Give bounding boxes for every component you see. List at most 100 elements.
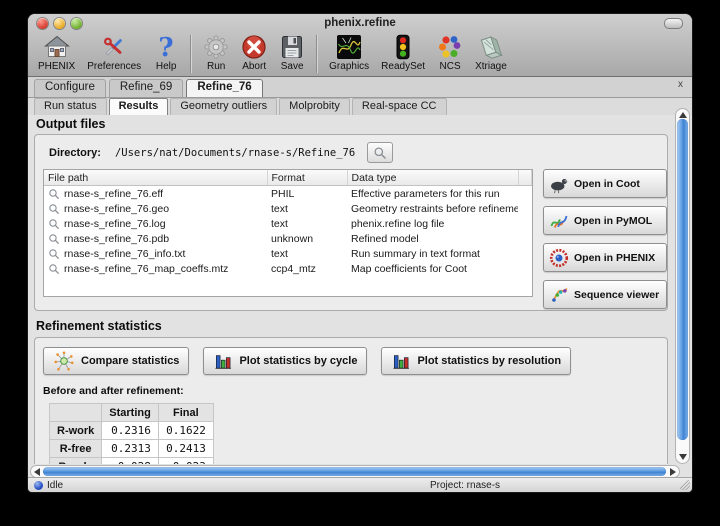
floppy-disk-icon xyxy=(279,34,305,60)
open-in-coot-button[interactable]: Open in Coot xyxy=(543,169,667,198)
scroll-right-arrow-icon[interactable] xyxy=(670,468,676,476)
vertical-scrollbar[interactable] xyxy=(675,108,690,464)
stats-column-starting: Starting xyxy=(102,404,159,422)
button-label: Plot statistics by cycle xyxy=(239,355,357,367)
directory-path: /Users/nat/Documents/rnase-s/Refine_76 xyxy=(115,147,355,159)
molecule-graph-icon xyxy=(53,350,75,372)
horizontal-scrollbar-thumb[interactable] xyxy=(43,467,666,476)
toolbar-button-ncs[interactable]: NCS xyxy=(431,34,469,72)
stats-value: 0.1622 xyxy=(158,422,213,440)
magnifier-icon xyxy=(48,218,60,230)
stats-row-label: R-free xyxy=(50,440,102,458)
project-label: Project: rnase-s xyxy=(430,480,500,491)
table-row[interactable]: rnase-s_refine_76.geo text Geometry rest… xyxy=(44,201,532,216)
file-format: text xyxy=(267,201,347,216)
plot-statistics-by-resolution-button[interactable]: Plot statistics by resolution xyxy=(381,347,571,375)
plot-statistics-by-cycle-button[interactable]: Plot statistics by cycle xyxy=(203,347,367,375)
compare-statistics-button[interactable]: Compare statistics xyxy=(43,347,189,375)
traffic-light-icon xyxy=(390,34,416,60)
scroll-left-arrow-icon[interactable] xyxy=(34,468,40,476)
file-list-area: File path Format Data type rnase-s_refin… xyxy=(35,167,667,309)
toolbar-button-preferences[interactable]: Preferences xyxy=(81,34,147,72)
subtab-results[interactable]: Results xyxy=(109,98,169,115)
bar-chart-icon xyxy=(391,351,411,371)
toolbar-toggle-button[interactable] xyxy=(664,18,683,29)
subtab-real-space-cc[interactable]: Real-space CC xyxy=(352,98,447,115)
button-label: Open in Coot xyxy=(574,178,640,190)
file-format: PHIL xyxy=(267,186,347,202)
question-mark-icon: ? xyxy=(153,34,179,60)
tab-refine-76[interactable]: Refine_76 xyxy=(186,79,262,97)
stats-value: 0.028 xyxy=(102,458,159,465)
toolbar-label: PHENIX xyxy=(38,61,75,72)
vertical-scrollbar-thumb[interactable] xyxy=(677,119,688,440)
magnifier-icon xyxy=(48,203,60,215)
scroll-down-arrow-icon[interactable] xyxy=(679,454,687,460)
stats-row-bonds: Bonds 0.028 0.023 xyxy=(50,458,214,465)
toolbar-label: Save xyxy=(281,61,304,72)
subtab-label: Molprobity xyxy=(289,100,340,112)
scroll-up-arrow-icon[interactable] xyxy=(679,112,687,118)
tab-configure[interactable]: Configure xyxy=(34,79,106,97)
output-file-table[interactable]: File path Format Data type rnase-s_refin… xyxy=(43,169,533,297)
resize-grip[interactable] xyxy=(680,480,690,490)
sequence-viewer-button[interactable]: Sequence viewer xyxy=(543,280,667,309)
toolbar-button-run[interactable]: Run xyxy=(197,34,235,72)
column-header-data-type[interactable]: Data type xyxy=(347,170,518,186)
file-action-buttons: Open in Coot Open in PyMOL Open in PHENI… xyxy=(543,169,667,309)
toolbar-button-xtriage[interactable]: Xtriage xyxy=(469,34,513,72)
magnifier-icon xyxy=(48,233,60,245)
toolbar: PHENIX Preferences ? Help Run Abort Sav xyxy=(28,32,692,78)
file-format: unknown xyxy=(267,231,347,246)
toolbar-button-graphics[interactable]: Graphics xyxy=(323,34,375,72)
subtab-molprobity[interactable]: Molprobity xyxy=(279,98,350,115)
subtab-run-status[interactable]: Run status xyxy=(34,98,107,115)
status-indicator-icon xyxy=(34,481,43,490)
stats-corner-cell xyxy=(50,404,102,422)
status-text: Idle xyxy=(47,480,63,491)
toolbar-button-save[interactable]: Save xyxy=(273,34,311,72)
tab-refine-69[interactable]: Refine_69 xyxy=(109,79,183,97)
before-after-table: Starting Final R-work 0.2316 0.1622 R-fr… xyxy=(49,403,214,464)
table-row[interactable]: rnase-s_refine_76.pdb unknown Refined mo… xyxy=(44,231,532,246)
sequence-icon xyxy=(549,285,569,305)
coot-bird-icon xyxy=(549,174,569,194)
stats-row-r-free: R-free 0.2313 0.2413 xyxy=(50,440,214,458)
subtab-bar: Run status Results Geometry outliers Mol… xyxy=(28,98,692,115)
file-format: text xyxy=(267,216,347,231)
tab-close-button[interactable]: x xyxy=(678,80,683,90)
table-header-row: File path Format Data type xyxy=(44,170,532,186)
electron-density-icon xyxy=(336,34,362,60)
file-path: rnase-s_refine_76.pdb xyxy=(64,233,169,245)
refinement-statistics-panel: Compare statistics Plot statistics by cy… xyxy=(34,337,668,464)
column-header-filler xyxy=(518,170,532,186)
table-row[interactable]: rnase-s_refine_76.eff PHIL Effective par… xyxy=(44,186,532,202)
stats-value: 0.2413 xyxy=(158,440,213,458)
toolbar-button-phenix[interactable]: PHENIX xyxy=(32,34,81,72)
toolbar-label: Run xyxy=(207,61,225,72)
table-row[interactable]: rnase-s_refine_76.log text phenix.refine… xyxy=(44,216,532,231)
button-label: Compare statistics xyxy=(81,355,179,367)
toolbar-label: Preferences xyxy=(87,61,141,72)
svg-text:?: ? xyxy=(159,34,174,60)
subtab-label: Run status xyxy=(44,100,97,112)
stats-value: 0.023 xyxy=(158,458,213,465)
title-bar[interactable]: phenix.refine xyxy=(28,14,692,32)
browse-directory-button[interactable] xyxy=(367,142,393,163)
table-row[interactable]: rnase-s_refine_76_map_coeffs.mtz ccp4_mt… xyxy=(44,261,532,276)
subtab-geometry-outliers[interactable]: Geometry outliers xyxy=(170,98,277,115)
toolbar-label: ReadySet xyxy=(381,61,425,72)
toolbar-button-readyset[interactable]: ReadySet xyxy=(375,34,431,72)
toolbar-button-abort[interactable]: Abort xyxy=(235,34,273,72)
output-files-panel: Directory: /Users/nat/Documents/rnase-s/… xyxy=(34,134,668,311)
tools-icon xyxy=(101,34,127,60)
column-header-file-path[interactable]: File path xyxy=(44,170,267,186)
open-in-pymol-button[interactable]: Open in PyMOL xyxy=(543,206,667,235)
open-in-phenix-button[interactable]: Open in PHENIX xyxy=(543,243,667,272)
directory-label: Directory: xyxy=(49,147,101,159)
column-header-format[interactable]: Format xyxy=(267,170,347,186)
button-label: Plot statistics by resolution xyxy=(417,355,561,367)
table-row[interactable]: rnase-s_refine_76_info.txt text Run summ… xyxy=(44,246,532,261)
toolbar-button-help[interactable]: ? Help xyxy=(147,34,185,72)
file-path: rnase-s_refine_76_info.txt xyxy=(64,248,185,260)
